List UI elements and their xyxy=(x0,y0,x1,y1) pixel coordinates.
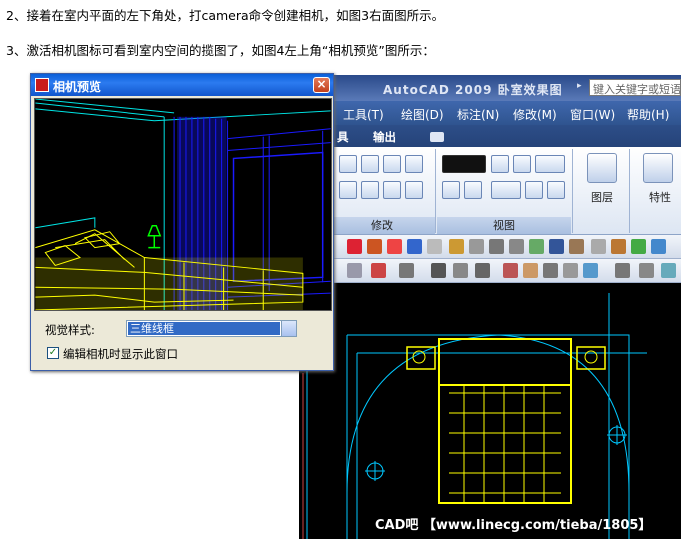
menu-item-draw[interactable]: 绘图(D) xyxy=(401,106,444,123)
dialog-title-bar[interactable]: 相机预览 × xyxy=(31,74,333,96)
tool-icon[interactable] xyxy=(489,239,504,254)
zoom-icon[interactable] xyxy=(491,181,521,199)
ribbon-tabs: 具 输出 xyxy=(299,125,681,147)
tool-icon[interactable] xyxy=(523,263,538,278)
autocad-window: AutoCAD 2009 卧室效果图 ▸ 键入关键字或短语 工具(T) 绘图(D… xyxy=(299,75,681,539)
tool-icon[interactable] xyxy=(475,263,490,278)
show-window-checkbox-label[interactable]: 编辑相机时显示此窗口 xyxy=(63,346,178,362)
rotate-icon[interactable] xyxy=(339,181,357,199)
instruction-step-3: 3、激活相机图标可看到室内空间的揽图了，如图4左上角“相机预览”图所示： xyxy=(6,43,435,58)
menu-item-help[interactable]: 帮助(H) xyxy=(627,106,669,123)
chevron-down-icon[interactable] xyxy=(281,321,296,336)
tool-icon[interactable] xyxy=(367,239,382,254)
search-arrow-icon[interactable]: ▸ xyxy=(577,81,582,91)
drawing-canvas[interactable] xyxy=(299,283,681,539)
tool-icon[interactable] xyxy=(449,239,464,254)
stretch-icon[interactable] xyxy=(383,155,401,173)
tool-icon[interactable] xyxy=(615,263,630,278)
copy-icon[interactable] xyxy=(361,155,379,173)
instruction-step-2: 2、接着在室内平面的左下角处，打camera命令创建相机，如图3右面图所示。 xyxy=(6,8,445,23)
ribbon-separator xyxy=(572,149,573,233)
camera-view-icon[interactable] xyxy=(547,181,565,199)
ribbon-separator xyxy=(629,149,630,233)
tool-icon[interactable] xyxy=(407,239,422,254)
close-button[interactable]: × xyxy=(313,77,330,93)
properties-button[interactable]: 特性 xyxy=(649,189,671,205)
menu-item-modify[interactable]: 修改(M) xyxy=(513,106,557,123)
cube-view-icon[interactable] xyxy=(491,155,509,173)
tool-icon[interactable] xyxy=(503,263,518,278)
tool-icon[interactable] xyxy=(453,263,468,278)
tool-icon[interactable] xyxy=(549,239,564,254)
tab-tools[interactable]: 具 xyxy=(337,129,349,145)
autocad-title-bar: AutoCAD 2009 卧室效果图 ▸ 键入关键字或短语 xyxy=(299,75,681,101)
named-view-icon[interactable] xyxy=(525,181,543,199)
tool-icon[interactable] xyxy=(427,239,442,254)
tool-icon[interactable] xyxy=(469,239,484,254)
tool-icon[interactable] xyxy=(591,239,606,254)
trim-icon[interactable] xyxy=(383,181,401,199)
panel-modify-label[interactable]: 修改 xyxy=(329,217,435,234)
tab-output[interactable]: 输出 xyxy=(373,129,396,145)
mirror-icon[interactable] xyxy=(361,181,379,199)
properties-icon[interactable] xyxy=(643,153,673,183)
ribbon-separator xyxy=(435,149,436,233)
shade-view-icon[interactable] xyxy=(513,155,531,173)
visual-style-select[interactable]: 三维线框 xyxy=(126,320,297,337)
show-window-checkbox[interactable]: ✓ xyxy=(47,347,59,359)
search-input[interactable]: 键入关键字或短语 xyxy=(589,79,681,96)
walk-icon[interactable] xyxy=(464,181,482,199)
menu-item-tools[interactable]: 工具(T) xyxy=(343,106,384,123)
scale-icon[interactable] xyxy=(405,181,423,199)
tool-icon[interactable] xyxy=(431,263,446,278)
tool-icon[interactable] xyxy=(639,263,654,278)
layers-button[interactable]: 图层 xyxy=(591,189,613,205)
ribbon: 修改 视图 图层 特性 xyxy=(299,147,681,235)
menu-item-dimension[interactable]: 标注(N) xyxy=(457,106,499,123)
view-style-dropdown[interactable] xyxy=(442,155,486,173)
move-icon[interactable] xyxy=(339,155,357,173)
tool-icon[interactable] xyxy=(529,239,544,254)
orbit-icon[interactable] xyxy=(442,181,460,199)
dialog-title: 相机预览 xyxy=(53,80,102,94)
tool-icon[interactable] xyxy=(543,263,558,278)
layers-icon[interactable] xyxy=(587,153,617,183)
watermark: CAD吧 【www.linecg.com/tieba/1805】 xyxy=(375,518,652,533)
visual-style-value: 三维线框 xyxy=(128,322,280,335)
tool-icon[interactable] xyxy=(661,263,676,278)
tool-icon[interactable] xyxy=(509,239,524,254)
tool-icon[interactable] xyxy=(583,263,598,278)
menu-item-window[interactable]: 窗口(W) xyxy=(570,106,615,123)
tool-icon[interactable] xyxy=(347,239,362,254)
tool-icon[interactable] xyxy=(563,263,578,278)
menu-bar: 工具(T) 绘图(D) 标注(N) 修改(M) 窗口(W) 帮助(H) xyxy=(299,101,681,125)
panel-view-label[interactable]: 视图 xyxy=(437,217,571,234)
tool-icon[interactable] xyxy=(651,239,666,254)
tool-icon[interactable] xyxy=(399,263,414,278)
tool-icon[interactable] xyxy=(387,239,402,254)
tool-icon[interactable] xyxy=(611,239,626,254)
camera-preview-dialog: 相机预览 × 视觉样式: 三维线框 ✓ 编辑相机时显示此窗口 xyxy=(30,73,334,371)
autocad-title: AutoCAD 2009 卧室效果图 xyxy=(383,83,563,97)
autocad-app-icon xyxy=(35,78,49,92)
fillet-icon[interactable] xyxy=(405,155,423,173)
pan-icon[interactable] xyxy=(535,155,565,173)
tool-icon[interactable] xyxy=(347,263,362,278)
camera-preview-viewport xyxy=(34,98,332,311)
tool-icon[interactable] xyxy=(371,263,386,278)
toolbar-row-2 xyxy=(299,259,681,283)
visual-style-label: 视觉样式: xyxy=(45,323,95,337)
tool-icon[interactable] xyxy=(569,239,584,254)
tool-icon[interactable] xyxy=(631,239,646,254)
toolbar-row-1 xyxy=(299,235,681,259)
ribbon-dropdown-icon[interactable] xyxy=(430,132,444,142)
